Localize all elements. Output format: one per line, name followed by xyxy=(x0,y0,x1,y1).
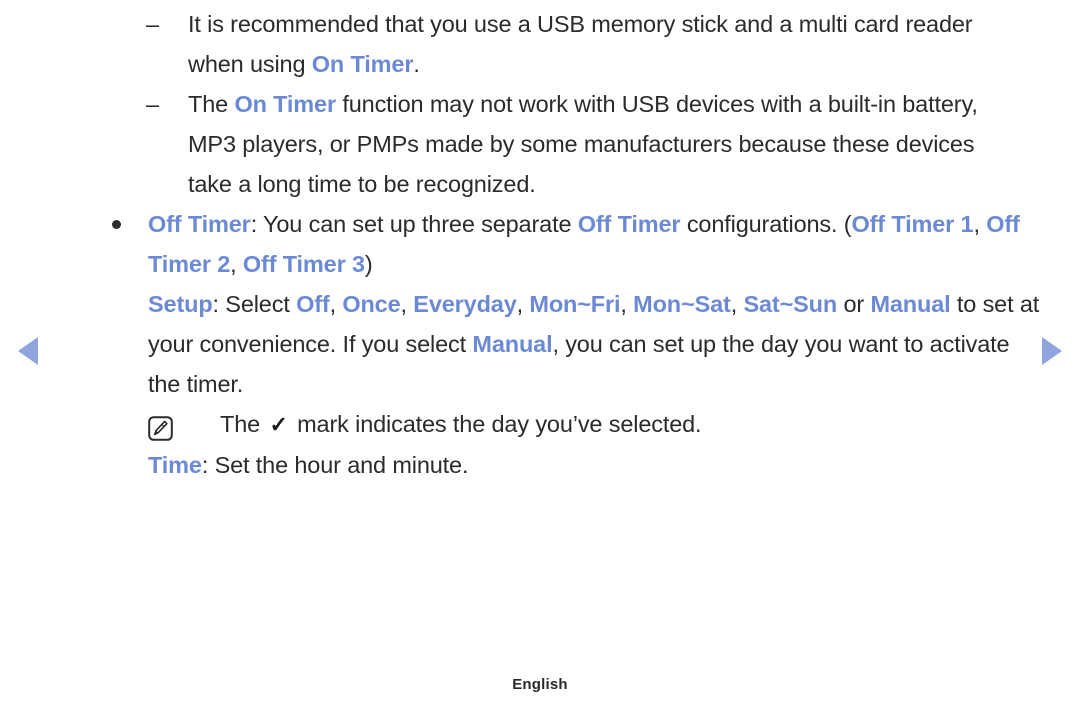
note-callout: The ✓ mark indicates the day you’ve sele… xyxy=(148,404,1050,445)
body-text: , xyxy=(973,211,987,237)
bullet-text: Off Timer: You can set up three separate… xyxy=(148,211,1020,277)
body-text: , xyxy=(730,291,744,317)
time-text: Time: Set the hour and minute. xyxy=(148,452,469,478)
keyword-term: Sat~Sun xyxy=(743,291,838,317)
body-text: , xyxy=(620,291,634,317)
body-text: , xyxy=(329,291,343,317)
manual-page: – It is recommended that you use a USB m… xyxy=(0,0,1080,705)
check-icon: ✓ xyxy=(269,412,288,437)
dash-marker: – xyxy=(146,11,159,37)
body-text: : Select xyxy=(212,291,297,317)
keyword-term: Time xyxy=(148,452,202,478)
time-paragraph: Time: Set the hour and minute. xyxy=(148,445,1048,485)
body-text: ) xyxy=(364,251,373,277)
keyword-term: Off Timer 3 xyxy=(242,251,365,277)
note-prefix: The xyxy=(220,411,261,437)
body-text: : Set the hour and minute. xyxy=(201,452,469,478)
note-text: It is recommended that you use a USB mem… xyxy=(188,11,973,77)
keyword-term: Manual xyxy=(472,331,553,357)
body-text: : You can set up three separate xyxy=(250,211,578,237)
keyword-term: Off Timer 1 xyxy=(851,211,974,237)
body-text: or xyxy=(837,291,871,317)
keyword-term: Setup xyxy=(148,291,213,317)
bullet-dot-icon xyxy=(112,220,121,229)
body-text: , xyxy=(516,291,530,317)
body-text: , xyxy=(400,291,414,317)
setup-text: Setup: Select Off, Once, Everyday, Mon~F… xyxy=(148,291,1039,397)
note-item: – The On Timer function may not work wit… xyxy=(146,84,1023,204)
keyword-term: On Timer xyxy=(311,51,414,77)
keyword-term: Off xyxy=(296,291,330,317)
keyword-term: Once xyxy=(342,291,401,317)
keyword-term: Off Timer xyxy=(577,211,681,237)
footer-language-label: English xyxy=(512,676,568,693)
keyword-term: Off Timer xyxy=(148,211,251,237)
keyword-term: Manual xyxy=(870,291,951,317)
note-pencil-icon xyxy=(148,413,173,441)
keyword-term: Mon~Fri xyxy=(529,291,621,317)
keyword-term: Everyday xyxy=(413,291,517,317)
body-text: configurations. ( xyxy=(680,211,852,237)
body-text: The xyxy=(188,91,235,117)
setup-paragraph: Setup: Select Off, Once, Everyday, Mon~F… xyxy=(148,284,1048,404)
keyword-term: Mon~Sat xyxy=(633,291,731,317)
note-text: The On Timer function may not work with … xyxy=(188,91,978,197)
note-suffix: mark indicates the day you’ve selected. xyxy=(297,411,702,437)
body-text: , xyxy=(230,251,243,277)
keyword-term: On Timer xyxy=(234,91,336,117)
dash-marker: – xyxy=(146,91,159,117)
body-text: . xyxy=(413,51,420,77)
bullet-item-off-timer: Off Timer: You can set up three separate… xyxy=(104,204,1078,284)
body-text: It is recommended that you use a USB mem… xyxy=(188,11,973,77)
note-item: – It is recommended that you use a USB m… xyxy=(146,4,1023,84)
page-content: – It is recommended that you use a USB m… xyxy=(0,4,1080,485)
